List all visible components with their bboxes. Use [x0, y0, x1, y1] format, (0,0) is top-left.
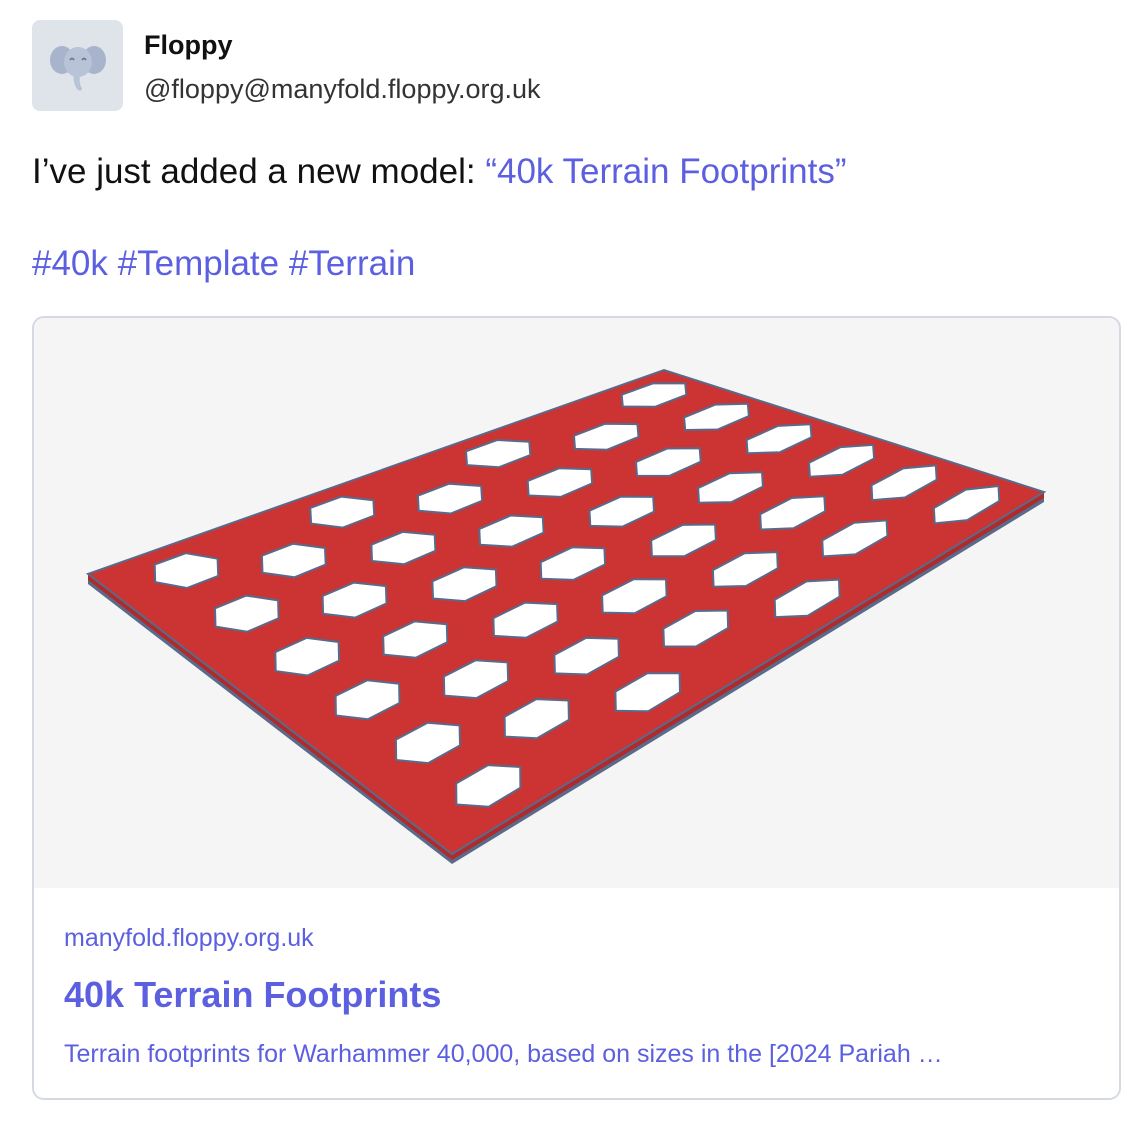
author-display-name[interactable]: Floppy	[144, 28, 541, 62]
post-content: I’ve just added a new model: “40k Terrai…	[32, 148, 1122, 288]
terrain-plate-render	[85, 368, 1047, 864]
avatar[interactable]	[32, 20, 123, 111]
post-text-prefix: I’ve just added a new model:	[32, 152, 486, 191]
card-title[interactable]: 40k Terrain Footprints	[64, 974, 441, 1016]
author-handle[interactable]: @floppy@manyfold.floppy.org.uk	[144, 72, 541, 106]
link-preview-card[interactable]: manyfold.floppy.org.uk 40k Terrain Footp…	[32, 316, 1121, 1100]
hashtag-terrain[interactable]: #Terrain	[289, 244, 415, 283]
card-preview-image[interactable]	[34, 318, 1119, 888]
card-domain: manyfold.floppy.org.uk	[64, 924, 314, 952]
model-link[interactable]: “40k Terrain Footprints”	[485, 152, 846, 191]
post-text: I’ve just added a new model: “40k Terrai…	[32, 148, 1122, 196]
post: Floppy @floppy@manyfold.floppy.org.uk I’…	[0, 0, 1146, 1128]
card-body: manyfold.floppy.org.uk 40k Terrain Footp…	[34, 888, 1119, 1098]
card-description: Terrain footprints for Warhammer 40,000,…	[64, 1040, 943, 1068]
hashtag-40k[interactable]: #40k	[32, 244, 108, 283]
hashtag-template[interactable]: #Template	[118, 244, 279, 283]
elephant-icon	[49, 45, 106, 91]
hashtag-list: #40k #Template #Terrain	[32, 240, 1122, 288]
post-header: Floppy @floppy@manyfold.floppy.org.uk	[32, 20, 541, 111]
author-names: Floppy @floppy@manyfold.floppy.org.uk	[144, 28, 541, 106]
